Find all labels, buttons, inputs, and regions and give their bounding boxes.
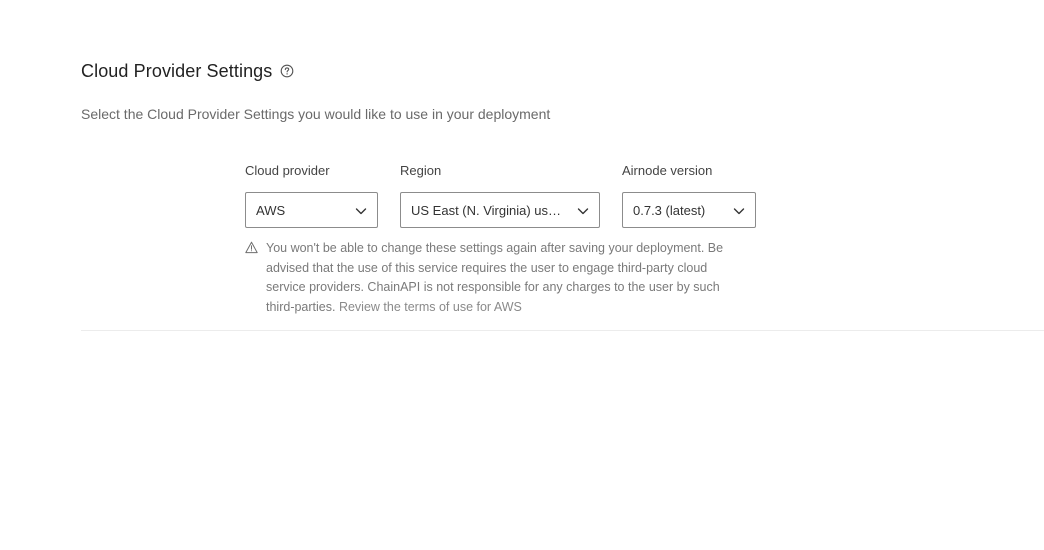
region-select[interactable]: US East (N. Virginia) us-e... — [400, 192, 600, 228]
region-field: Region US East (N. Virginia) us-e... — [400, 163, 600, 229]
airnode-version-field: Airnode version 0.7.3 (latest) — [622, 163, 756, 229]
chevron-down-icon — [576, 204, 590, 218]
region-label: Region — [400, 163, 442, 178]
region-value: US East (N. Virginia) us-e... — [411, 202, 563, 218]
section-title: Cloud Provider Settings — [81, 60, 273, 81]
cloud-provider-field: Cloud provider AWS — [245, 163, 378, 229]
cloud-provider-value: AWS — [256, 202, 286, 218]
chevron-down-icon — [354, 204, 368, 218]
warning-line: third-parties. Review the terms of use f… — [266, 298, 756, 318]
warning-text: You won't be able to change these settin… — [266, 239, 756, 317]
aws-terms-link[interactable]: Review the terms of use for AWS — [339, 300, 522, 314]
warning-line: advised that the use of this service req… — [266, 260, 708, 275]
deployment-warning: You won't be able to change these settin… — [245, 239, 765, 317]
airnode-version-value: 0.7.3 (latest) — [633, 202, 706, 218]
section-divider — [81, 330, 1044, 331]
airnode-version-select[interactable]: 0.7.3 (latest) — [622, 192, 756, 228]
title-row: Cloud Provider Settings — [81, 59, 294, 83]
warning-line: service providers. ChainAPI is not respo… — [266, 280, 720, 294]
warning-triangle-icon — [245, 241, 258, 254]
cloud-provider-settings-section: Cloud Provider Settings Select the Cloud… — [81, 0, 1044, 550]
warning-line: You won't be able to change these settin… — [266, 241, 724, 255]
cloud-provider-select[interactable]: AWS — [245, 192, 378, 228]
section-subtitle: Select the Cloud Provider Settings you w… — [81, 106, 551, 122]
warning-line-prefix: third-parties. — [266, 299, 339, 314]
question-circle-icon[interactable] — [280, 64, 294, 78]
chevron-down-icon — [732, 204, 746, 218]
cloud-provider-label: Cloud provider — [245, 163, 330, 178]
airnode-version-label: Airnode version — [622, 163, 713, 178]
